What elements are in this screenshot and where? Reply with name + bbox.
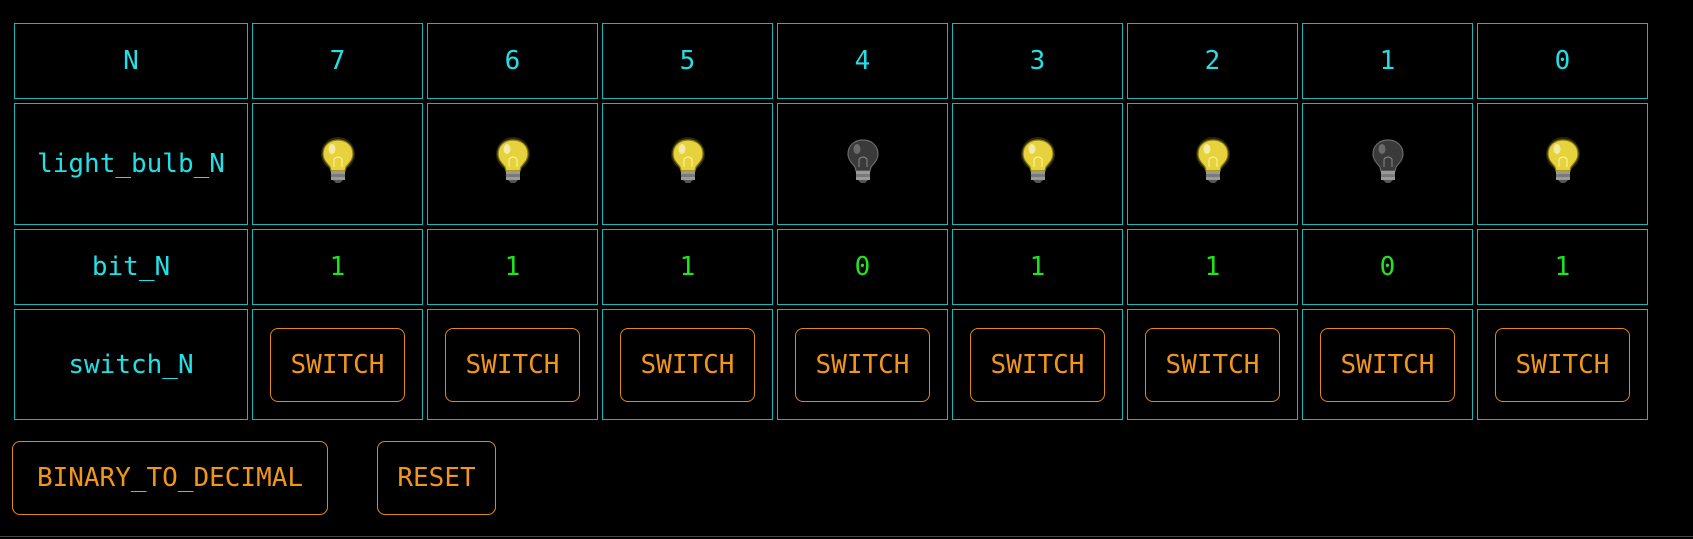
row-label-switch: switch_N <box>14 309 248 420</box>
switch-cell-6: SWITCH <box>427 309 598 420</box>
column-index-3: 3 <box>952 23 1123 99</box>
switch-button-5[interactable]: SWITCH <box>620 327 755 402</box>
binary-to-decimal-button[interactable]: BINARY_TO_DECIMAL <box>12 441 328 515</box>
light-bulb-off-icon <box>843 137 883 192</box>
bulb-cell-0 <box>1477 103 1648 225</box>
switch-button-1[interactable]: SWITCH <box>1320 327 1455 402</box>
switch-cell-1: SWITCH <box>1302 309 1473 420</box>
switch-button-6[interactable]: SWITCH <box>445 327 580 402</box>
switch-cell-5: SWITCH <box>602 309 773 420</box>
row-label-bit: bit_N <box>14 229 248 305</box>
binary-bits-table: N 7 6 5 4 3 2 1 0 light_bulb_N bit_N 1 1… <box>10 19 1652 424</box>
light-bulb-on-icon <box>493 136 533 192</box>
light-bulb-on-icon <box>668 136 708 192</box>
bulb-cell-6 <box>427 103 598 225</box>
switch-button-7[interactable]: SWITCH <box>270 327 405 402</box>
column-index-1: 1 <box>1302 23 1473 99</box>
bottom-divider <box>0 536 1693 537</box>
bulb-cell-7 <box>252 103 423 225</box>
bulb-cell-2 <box>1127 103 1298 225</box>
bulb-cell-1 <box>1302 103 1473 225</box>
switch-cell-7: SWITCH <box>252 309 423 420</box>
column-index-6: 6 <box>427 23 598 99</box>
switch-button-4[interactable]: SWITCH <box>795 327 930 402</box>
column-index-4: 4 <box>777 23 948 99</box>
switch-cell-3: SWITCH <box>952 309 1123 420</box>
row-n: N 7 6 5 4 3 2 1 0 <box>14 23 1648 99</box>
bulb-cell-4 <box>777 103 948 225</box>
switch-cell-4: SWITCH <box>777 309 948 420</box>
bit-value-7: 1 <box>252 229 423 305</box>
switch-cell-0: SWITCH <box>1477 309 1648 420</box>
switch-button-2[interactable]: SWITCH <box>1145 327 1280 402</box>
bit-value-2: 1 <box>1127 229 1298 305</box>
row-bit: bit_N 1 1 1 0 1 1 0 1 <box>14 229 1648 305</box>
light-bulb-on-icon <box>1193 136 1233 192</box>
bit-value-4: 0 <box>777 229 948 305</box>
bit-value-0: 1 <box>1477 229 1648 305</box>
bit-value-1: 0 <box>1302 229 1473 305</box>
switch-button-3[interactable]: SWITCH <box>970 327 1105 402</box>
light-bulb-on-icon <box>1543 136 1583 192</box>
row-light-bulb: light_bulb_N <box>14 103 1648 225</box>
column-index-5: 5 <box>602 23 773 99</box>
row-switch: switch_N SWITCH SWITCH SWITCH SWITCH SWI… <box>14 309 1648 420</box>
light-bulb-off-icon <box>1368 137 1408 192</box>
reset-button[interactable]: RESET <box>377 441 496 515</box>
switch-button-0[interactable]: SWITCH <box>1495 327 1630 402</box>
row-label-light-bulb: light_bulb_N <box>14 103 248 225</box>
column-index-0: 0 <box>1477 23 1648 99</box>
bulb-cell-3 <box>952 103 1123 225</box>
switch-cell-2: SWITCH <box>1127 309 1298 420</box>
row-label-n: N <box>14 23 248 99</box>
light-bulb-on-icon <box>1018 136 1058 192</box>
bit-value-6: 1 <box>427 229 598 305</box>
bit-value-3: 1 <box>952 229 1123 305</box>
light-bulb-on-icon <box>318 136 358 192</box>
bit-value-5: 1 <box>602 229 773 305</box>
bulb-cell-5 <box>602 103 773 225</box>
column-index-7: 7 <box>252 23 423 99</box>
column-index-2: 2 <box>1127 23 1298 99</box>
